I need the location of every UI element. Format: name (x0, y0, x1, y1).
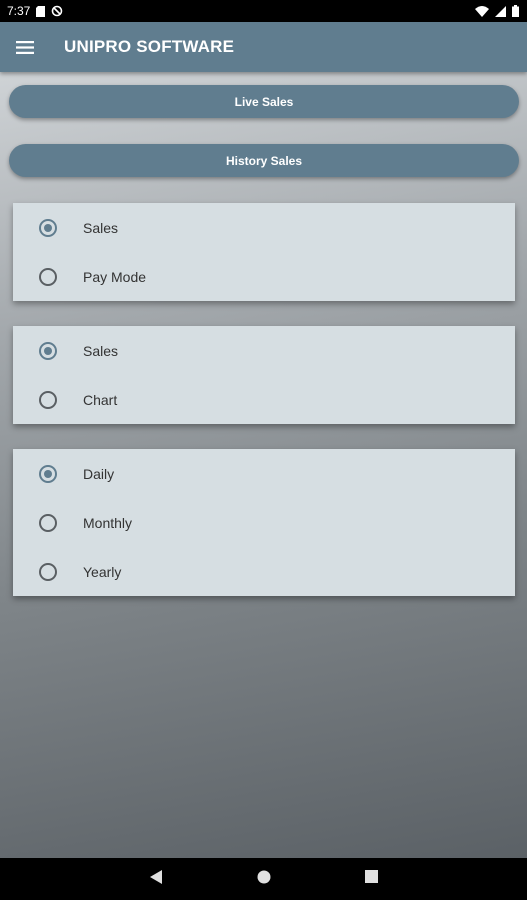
radio-option-sales[interactable]: Sales (13, 203, 515, 252)
app-bar: UNIPRO SOFTWARE (0, 22, 527, 72)
radio-button-checked[interactable] (39, 341, 57, 360)
main-content: Live Sales History Sales Sales Pay Mode … (0, 72, 527, 858)
radio-option-sales[interactable]: Sales (13, 326, 515, 375)
radio-button-checked[interactable] (39, 464, 57, 483)
report-type-card: Sales Pay Mode (13, 203, 515, 301)
status-bar: 7:37 (0, 0, 527, 22)
radio-option-chart[interactable]: Chart (13, 375, 515, 424)
radio-button-unchecked[interactable] (39, 390, 57, 409)
radio-button-unchecked[interactable] (39, 562, 57, 581)
radio-label: Yearly (83, 563, 122, 580)
radio-button-unchecked[interactable] (39, 513, 57, 532)
live-sales-button[interactable]: Live Sales (9, 85, 519, 118)
signal-icon (495, 5, 506, 17)
radio-button-unchecked[interactable] (39, 267, 57, 286)
radio-option-monthly[interactable]: Monthly (13, 498, 515, 547)
radio-label: Monthly (83, 514, 133, 531)
radio-label: Sales (83, 342, 119, 359)
radio-option-pay-mode[interactable]: Pay Mode (13, 252, 515, 301)
sim-card-icon (36, 5, 46, 17)
radio-option-daily[interactable]: Daily (13, 449, 515, 498)
status-time: 7:37 (7, 4, 31, 18)
period-card: Daily Monthly Yearly (13, 449, 515, 596)
radio-label: Pay Mode (83, 268, 147, 285)
navigation-bar (0, 858, 527, 900)
radio-option-yearly[interactable]: Yearly (13, 547, 515, 596)
hamburger-menu-icon[interactable] (0, 22, 50, 72)
radio-label: Daily (83, 465, 115, 482)
app-title: UNIPRO SOFTWARE (64, 37, 235, 56)
battery-icon (512, 5, 519, 17)
radio-label: Sales (83, 219, 119, 236)
history-sales-button[interactable]: History Sales (9, 144, 519, 177)
back-icon[interactable] (149, 869, 163, 889)
home-icon[interactable] (257, 870, 271, 889)
radio-button-checked[interactable] (39, 218, 57, 237)
view-type-card: Sales Chart (13, 326, 515, 424)
data-saver-icon (51, 5, 63, 17)
wifi-icon (475, 5, 489, 17)
radio-label: Chart (83, 391, 118, 408)
recents-icon[interactable] (364, 870, 378, 888)
